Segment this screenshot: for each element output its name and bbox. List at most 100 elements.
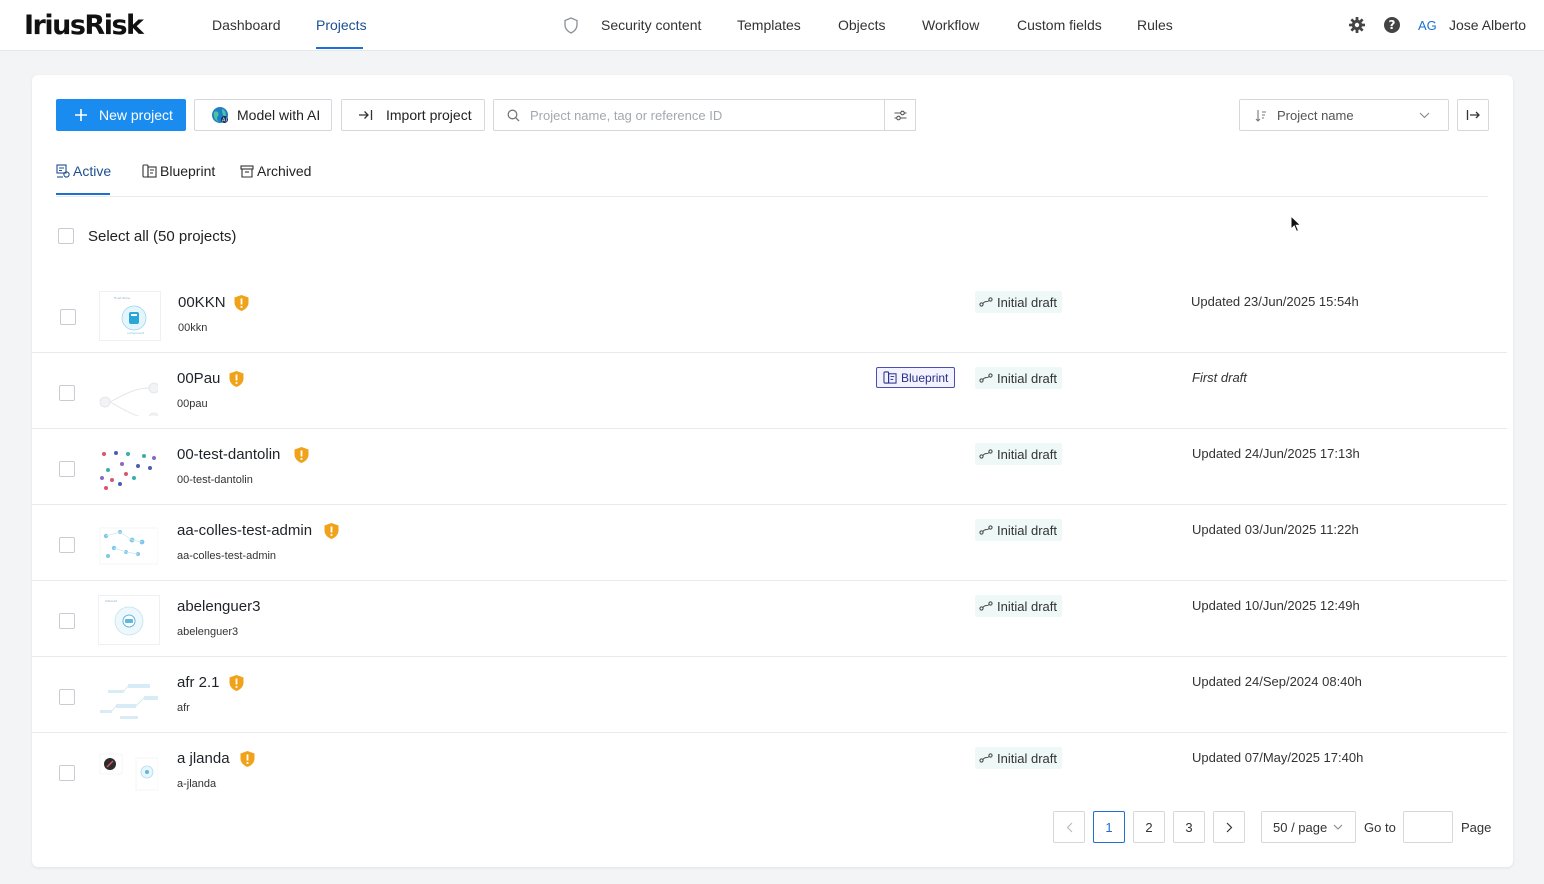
pagination-page-2[interactable]: 2 (1133, 811, 1165, 843)
nav-custom-fields[interactable]: Custom fields (1017, 17, 1102, 33)
page-size-value: 50 / page (1273, 819, 1328, 835)
row-checkbox[interactable] (59, 537, 75, 553)
row-checkbox[interactable] (59, 385, 75, 401)
project-ref: afr (177, 702, 190, 714)
nav-projects[interactable]: Projects (316, 17, 367, 33)
sort-select[interactable]: Project name (1239, 99, 1449, 131)
help-icon[interactable]: ? (1383, 16, 1401, 34)
nav-templates[interactable]: Templates (737, 17, 801, 33)
tab-archived[interactable]: Archived (240, 163, 311, 179)
row-checkbox[interactable] (59, 765, 75, 781)
nav-workflow[interactable]: Workflow (922, 17, 979, 33)
pagination-page-1[interactable]: 1 (1093, 811, 1125, 843)
pagination-prev-button[interactable] (1053, 811, 1085, 843)
sort-select-value: Project name (1277, 107, 1354, 123)
tab-blueprint[interactable]: Blueprint (142, 163, 215, 179)
warning-shield-icon (324, 523, 339, 539)
project-name[interactable]: afr 2.1 (177, 674, 220, 691)
workflow-icon (979, 753, 993, 763)
tab-active[interactable]: Active (56, 163, 111, 179)
user-name[interactable]: Jose Alberto (1449, 17, 1526, 33)
project-ref: abelenguer3 (177, 626, 239, 638)
project-name[interactable]: a jlanda (177, 750, 230, 767)
row-checkbox[interactable] (60, 309, 76, 325)
workflow-icon (979, 297, 993, 307)
table-row[interactable]: 00-test-dantolin 00-test-dantolin Initia… (32, 429, 1507, 505)
tabs-divider (56, 196, 1488, 197)
table-row[interactable]: a jlanda a-jlanda Initial draft Updated … (32, 733, 1507, 809)
project-ref: 00kkn (178, 322, 208, 334)
ai-globe-icon: AI (211, 106, 229, 124)
table-row[interactable]: Trust Zone component 00KKN 00kkn Initial… (32, 277, 1507, 353)
project-ref: aa-colles-test-admin (177, 550, 277, 562)
nav-objects[interactable]: Objects (838, 17, 885, 33)
project-name[interactable]: 00-test-dantolin (177, 446, 280, 463)
project-name[interactable]: 00Pau (177, 370, 220, 387)
chevron-down-icon (1419, 112, 1430, 118)
project-name[interactable]: aa-colles-test-admin (177, 522, 312, 539)
warning-shield-icon (240, 751, 255, 767)
search-filter-button[interactable] (884, 99, 916, 131)
status-label: Initial draft (997, 598, 1057, 614)
blueprint-icon (883, 371, 897, 384)
mouse-cursor-icon (1290, 215, 1302, 233)
logo[interactable]: IriusRisk (24, 10, 144, 41)
updated-date: Updated 24/Sep/2024 08:40h (1192, 674, 1362, 689)
status-badge: Initial draft (975, 747, 1062, 769)
status-badge: Initial draft (975, 595, 1062, 617)
page-size-select[interactable]: 50 / page (1261, 811, 1356, 843)
nav-dashboard[interactable]: Dashboard (212, 17, 281, 33)
table-row[interactable]: afr 2.1 afr Updated 24/Sep/2024 08:40h (32, 657, 1507, 733)
project-ref: 00pau (177, 398, 208, 410)
new-project-button[interactable]: New project (56, 99, 186, 131)
collapse-panel-button[interactable] (1457, 99, 1489, 131)
table-row[interactable]: aa-colles-test-admin aa-colles-test-admi… (32, 505, 1507, 581)
table-row[interactable]: Internet abelenguer3 abelenguer3 Initial… (32, 581, 1507, 657)
status-label: Initial draft (997, 522, 1057, 538)
project-thumbnail[interactable]: Trust Zone component (99, 291, 161, 341)
project-thumbnail[interactable] (97, 443, 159, 493)
blueprint-badge-label: Blueprint (901, 370, 949, 385)
project-name[interactable]: 00KKN (178, 294, 226, 311)
nav-active-indicator (316, 47, 363, 49)
status-label: Initial draft (997, 370, 1057, 386)
project-thumbnail[interactable]: Internet (98, 595, 160, 645)
updated-date: Updated 24/Jun/2025 17:13h (1192, 446, 1360, 461)
import-icon (358, 109, 373, 121)
project-thumbnail[interactable] (97, 747, 159, 797)
goto-page-input[interactable] (1403, 811, 1453, 843)
project-thumbnail[interactable] (97, 367, 159, 417)
import-project-button[interactable]: Import project (341, 99, 485, 131)
search-input[interactable] (530, 107, 870, 123)
warning-shield-icon (234, 295, 249, 311)
project-name[interactable]: abelenguer3 (177, 598, 260, 615)
row-checkbox[interactable] (59, 613, 75, 629)
avatar[interactable]: AG (1418, 18, 1437, 33)
warning-shield-icon (229, 675, 244, 691)
status-badge: Initial draft (975, 291, 1062, 313)
nav-rules[interactable]: Rules (1137, 17, 1173, 33)
pagination-page-3[interactable]: 3 (1173, 811, 1205, 843)
blueprint-icon (142, 164, 157, 178)
project-thumbnail[interactable] (97, 671, 159, 721)
select-all-checkbox[interactable] (58, 228, 74, 244)
gear-icon[interactable] (1348, 16, 1366, 34)
model-with-ai-button[interactable]: AI Model with AI (194, 99, 332, 131)
status-badge: Initial draft (975, 443, 1062, 465)
shield-icon (564, 17, 578, 34)
status-label: Initial draft (997, 750, 1057, 766)
arrow-right-bar-icon (1466, 110, 1480, 120)
active-projects-icon (56, 164, 70, 178)
project-thumbnail[interactable] (97, 519, 159, 569)
row-checkbox[interactable] (59, 689, 75, 705)
search-icon (507, 109, 520, 121)
table-row[interactable]: 00Pau 00pau Blueprint Initial draft Firs… (32, 353, 1507, 429)
workflow-icon (979, 601, 993, 611)
archive-icon (240, 164, 254, 178)
nav-security-content[interactable]: Security content (601, 17, 701, 33)
row-checkbox[interactable] (59, 461, 75, 477)
svg-text:Internet: Internet (105, 599, 118, 603)
tab-archived-label: Archived (257, 163, 312, 179)
svg-text:component: component (127, 331, 145, 335)
pagination-next-button[interactable] (1213, 811, 1245, 843)
